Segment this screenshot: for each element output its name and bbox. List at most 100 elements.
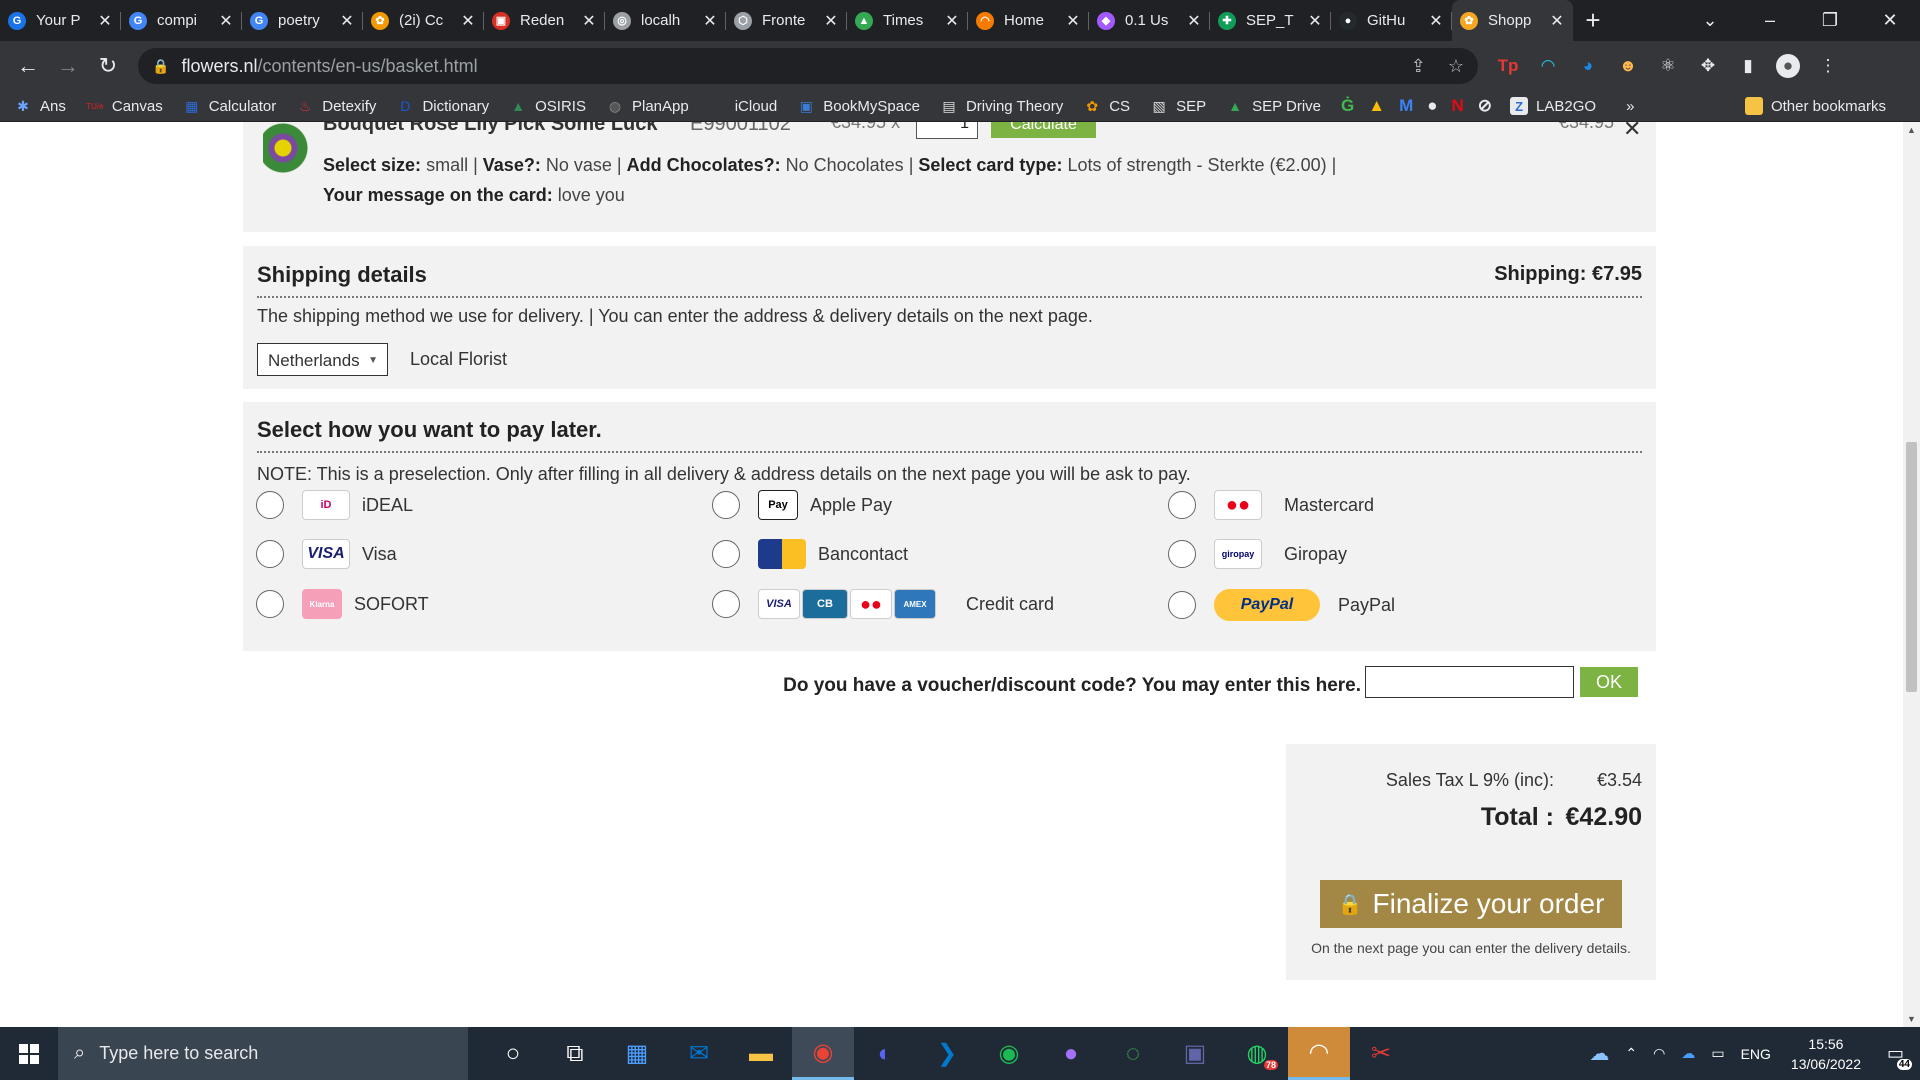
bookmark-lab2go[interactable]: Z LAB2GO — [1510, 97, 1596, 115]
arc-app-icon[interactable]: ◠ — [1288, 1027, 1350, 1080]
browser-tab[interactable]: Gpoetry ✕ — [242, 0, 363, 41]
minimize-button[interactable]: – — [1740, 10, 1800, 31]
tab-close-icon[interactable]: ✕ — [823, 11, 839, 31]
tab-search-icon[interactable]: ⌄ — [1680, 10, 1740, 31]
tab-close-icon[interactable]: ✕ — [1549, 11, 1565, 31]
calendar-icon[interactable]: ▦ — [606, 1027, 668, 1080]
tab-close-icon[interactable]: ✕ — [702, 11, 718, 31]
payment-option-mastercard[interactable]: ●● Mastercard — [1168, 490, 1374, 520]
browser-tab[interactable]: ✿ Shopp ✕ — [1452, 0, 1573, 41]
face-extension-icon[interactable]: ☻ — [1616, 54, 1640, 78]
forward-icon[interactable]: → — [48, 53, 88, 79]
restore-button[interactable]: ❐ — [1800, 10, 1860, 31]
weather-cloud-icon[interactable]: ☁ — [1589, 1041, 1609, 1066]
payment-option-visa[interactable]: VISA Visa — [256, 539, 397, 569]
radio-button[interactable] — [712, 491, 740, 519]
bookmark-star-icon[interactable]: ☆ — [1448, 56, 1464, 77]
task-view-icon[interactable]: ⧉ — [544, 1027, 606, 1080]
bookmark-item[interactable]: ▲ SEP Drive — [1226, 97, 1321, 115]
tab-close-icon[interactable]: ✕ — [1428, 11, 1444, 31]
taskbar-search[interactable]: ⌕ Type here to search — [58, 1027, 468, 1080]
bookmark-item[interactable]: ▤ Driving Theory — [940, 97, 1063, 115]
tab-close-icon[interactable]: ✕ — [460, 11, 476, 31]
bookmark-shortcut-icon[interactable]: N — [1452, 96, 1464, 116]
outlook-icon[interactable]: ✉ — [668, 1027, 730, 1080]
bookmark-item[interactable]: ▦ Calculator — [183, 97, 276, 115]
tab-close-icon[interactable]: ✕ — [1307, 11, 1323, 31]
sidepanel-icon[interactable]: ▮ — [1736, 54, 1760, 78]
bookmark-item[interactable]: ♨ Detexify — [296, 97, 376, 115]
browser-tab[interactable]: ▲ Times ✕ — [847, 0, 968, 41]
browser-tab[interactable]: Gcompi ✕ — [121, 0, 242, 41]
browser-tab[interactable]: ▣ Reden ✕ — [484, 0, 605, 41]
teams-icon[interactable]: ▣ — [1164, 1027, 1226, 1080]
radio-button[interactable] — [256, 491, 284, 519]
arc-extension-icon[interactable]: ◠ — [1536, 54, 1560, 78]
bookmark-item[interactable]: ▣ BookMySpace — [797, 97, 920, 115]
payment-option-ideal[interactable]: iD iDEAL — [256, 490, 413, 520]
browser-tab[interactable]: ⬡ Fronte ✕ — [726, 0, 847, 41]
language-indicator[interactable]: ENG — [1741, 1046, 1771, 1062]
tab-close-icon[interactable]: ✕ — [339, 11, 355, 31]
radio-button[interactable] — [1168, 491, 1196, 519]
payment-option-paypal[interactable]: PayPal PayPal — [1168, 589, 1395, 621]
start-button[interactable] — [0, 1027, 58, 1080]
notifications-icon[interactable]: ▭ 44 — [1887, 1043, 1912, 1070]
tab-close-icon[interactable]: ✕ — [1065, 11, 1081, 31]
payment-option-sofort[interactable]: Klarna SOFORT — [256, 589, 429, 619]
bookmark-shortcut-icon[interactable]: M — [1399, 96, 1413, 116]
browser-tab[interactable]: G Your P ✕ — [0, 0, 121, 41]
file-explorer-icon[interactable]: ▬ — [730, 1027, 792, 1080]
calculate-button[interactable]: Calculate — [991, 122, 1096, 138]
bookmarks-overflow[interactable]: » — [1626, 98, 1634, 115]
profile-avatar[interactable]: ● — [1776, 54, 1800, 78]
bookmark-item[interactable]: ▲ OSIRIS — [509, 97, 586, 115]
scrollbar-thumb[interactable] — [1906, 442, 1917, 692]
bouquet-thumbnail[interactable] — [263, 122, 313, 174]
back-icon[interactable]: ← — [8, 53, 48, 79]
translate-extension-icon[interactable]: ◕ — [1576, 54, 1600, 78]
scroll-down-icon[interactable]: ▼ — [1903, 1014, 1920, 1024]
bookmark-item[interactable]: ▧ SEP — [1150, 97, 1206, 115]
bookmark-shortcut-icon[interactable]: ⊘ — [1478, 96, 1492, 116]
refresh-app-icon[interactable]: ◌ — [1102, 1027, 1164, 1080]
clock[interactable]: 15:56 13/06/2022 — [1791, 1034, 1861, 1074]
bookmark-item[interactable]: ✱ Ans — [14, 97, 66, 115]
github-desktop-icon[interactable]: ● — [1040, 1027, 1102, 1080]
vscode-icon[interactable]: ❯ — [916, 1027, 978, 1080]
browser-tab[interactable]: ◠ Home ✕ — [968, 0, 1089, 41]
radio-button[interactable] — [256, 590, 284, 618]
bookmark-item[interactable]: iCloud — [709, 97, 778, 115]
remove-item-icon[interactable]: ✕ — [1623, 122, 1641, 142]
tab-close-icon[interactable]: ✕ — [944, 11, 960, 31]
react-extension-icon[interactable]: ⚛ — [1656, 54, 1680, 78]
reload-icon[interactable]: ↻ — [88, 53, 128, 79]
payment-option-creditcard[interactable]: VISA CB ●● AMEX Credit card — [712, 589, 1054, 619]
close-window-button[interactable]: ✕ — [1860, 10, 1920, 31]
quantity-input[interactable]: 1 — [916, 122, 978, 139]
product-name[interactable]: Bouquet Rose Lily Pick Some Luck — [323, 122, 658, 136]
radio-button[interactable] — [1168, 591, 1196, 619]
radio-button[interactable] — [256, 540, 284, 568]
page-scrollbar[interactable]: ▲ ▼ — [1903, 122, 1920, 1027]
chrome-icon[interactable]: ◉ — [792, 1027, 854, 1080]
whatsapp-icon[interactable]: ◍ 78 — [1226, 1027, 1288, 1080]
bookmark-shortcut-icon[interactable]: ▲ — [1368, 96, 1385, 116]
payment-option-giropay[interactable]: giropay Giropay — [1168, 539, 1347, 569]
battery-icon[interactable]: ▭ — [1711, 1045, 1724, 1062]
voucher-ok-button[interactable]: OK — [1580, 667, 1638, 697]
puzzle-icon[interactable]: ✥ — [1696, 54, 1720, 78]
payment-option-applepay[interactable]: Pay Apple Pay — [712, 490, 892, 520]
discord-icon[interactable]: ◐ — [854, 1027, 916, 1080]
cortana-icon[interactable]: ○ — [482, 1027, 544, 1080]
radio-button[interactable] — [1168, 540, 1196, 568]
bookmark-item[interactable]: D Dictionary — [396, 97, 489, 115]
tab-close-icon[interactable]: ✕ — [581, 11, 597, 31]
scroll-up-icon[interactable]: ▲ — [1903, 125, 1920, 135]
voucher-input[interactable] — [1365, 666, 1574, 698]
onedrive-icon[interactable]: ☁ — [1681, 1045, 1695, 1062]
radio-button[interactable] — [712, 590, 740, 618]
tab-close-icon[interactable]: ✕ — [1186, 11, 1202, 31]
other-bookmarks[interactable]: Other bookmarks — [1744, 97, 1886, 115]
tab-close-icon[interactable]: ✕ — [218, 11, 234, 31]
